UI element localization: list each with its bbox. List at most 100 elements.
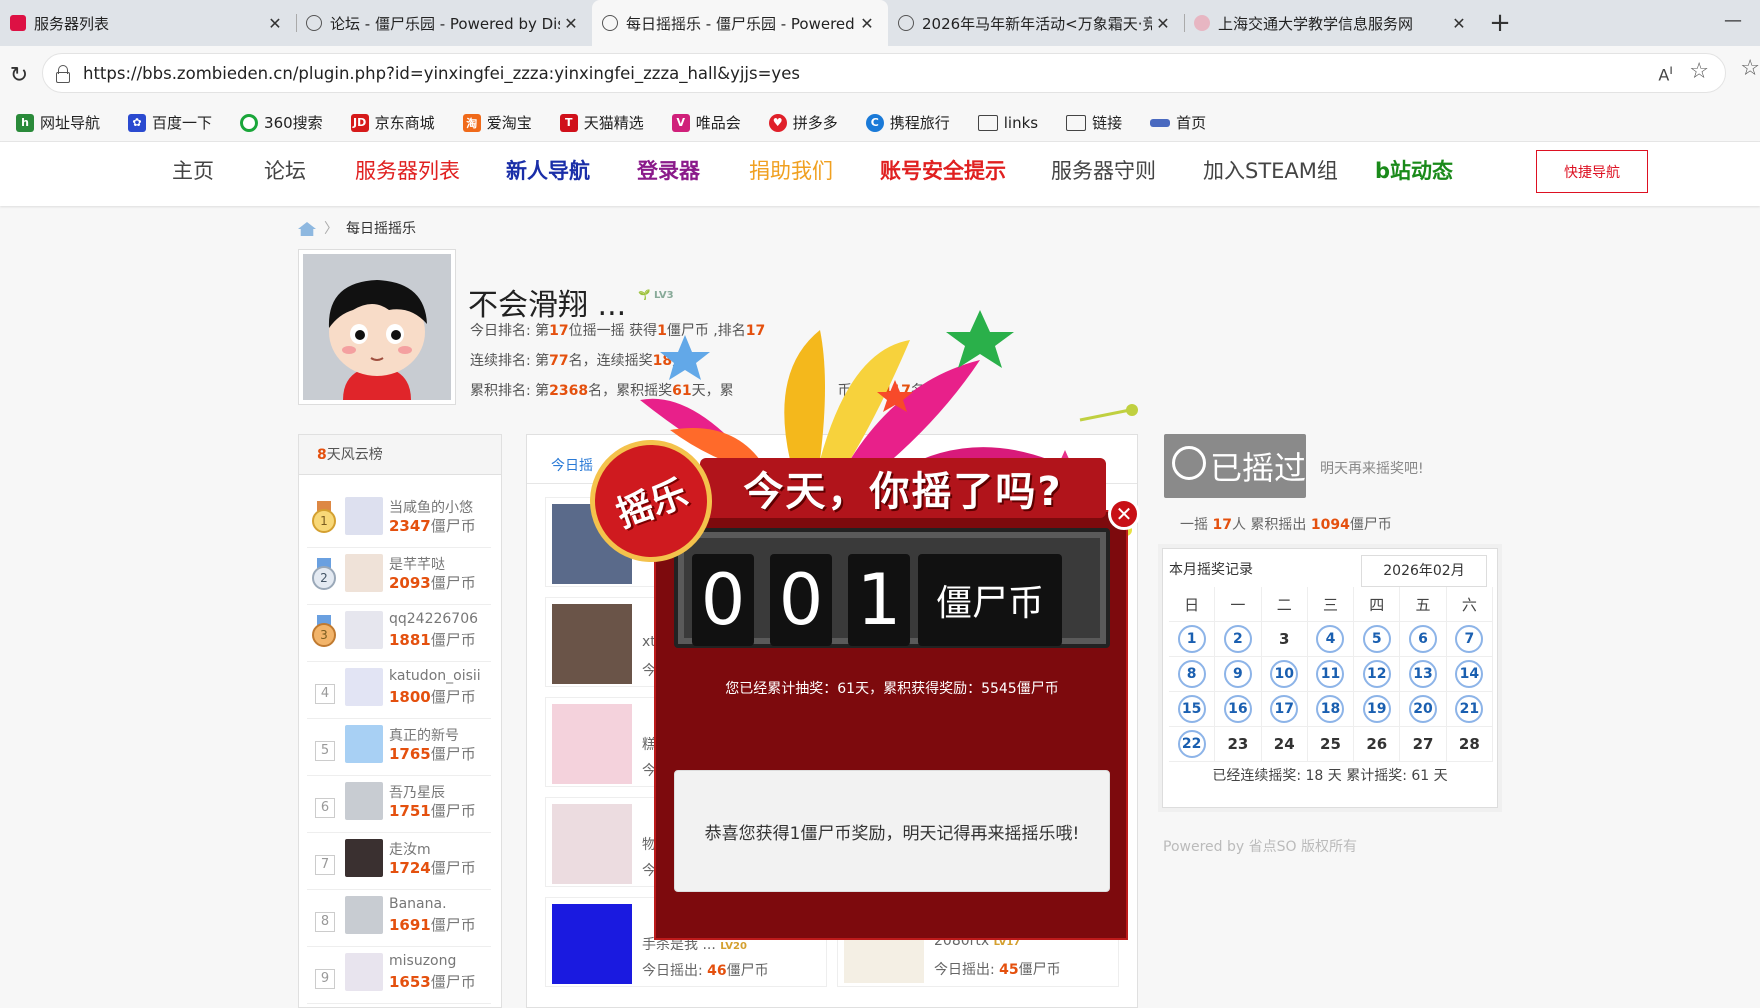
folder-icon (1066, 114, 1087, 131)
tab-title: 每日摇摇乐 - 僵尸乐园 - Powered (626, 14, 855, 33)
collections-icon[interactable]: ☆ (1740, 56, 1760, 81)
calendar-day: 24 (1262, 727, 1308, 761)
coin-counter: 0 0 1 僵尸币 (674, 528, 1110, 648)
leaderboard-row[interactable]: 7 走汝m 1724僵尸币 (307, 833, 491, 890)
calendar-title: 本月摇奖记录 (1169, 562, 1253, 578)
bookmark-label: 京东商城 (374, 114, 435, 132)
nav-item[interactable]: 主页 (172, 155, 214, 185)
avatar (345, 497, 383, 535)
calendar-day: 4 (1308, 622, 1355, 656)
player-name[interactable]: 走汝m (389, 839, 431, 859)
leaderboard-row[interactable]: 5 真正的新号 1765僵尸币 (307, 719, 491, 776)
calendar-day: 20 (1400, 692, 1447, 726)
leaderboard-row[interactable]: 8 Banana. 1691僵尸币 (307, 890, 491, 947)
leaderboard-row[interactable]: 3 qq24226706 1881僵尸币 (307, 605, 491, 662)
bookmark-item[interactable]: JD 京东商城 (350, 112, 435, 133)
shaken-day-marker: 1 (1177, 625, 1206, 653)
minimize-icon[interactable]: — (1724, 10, 1742, 31)
player-coins: 1724僵尸币 (389, 859, 476, 877)
avatar (552, 904, 632, 984)
weekday-header: 一 (1215, 587, 1262, 621)
browser-tab[interactable]: 2026年马年新年活动<万象霜天·竞 ✕ (888, 0, 1184, 46)
player-name[interactable]: misuzong (389, 953, 456, 969)
nav-item[interactable]: 服务器列表 (355, 155, 460, 185)
nav-item[interactable]: 新人导航 (506, 155, 590, 185)
quick-nav-button[interactable]: 快捷导航 (1536, 150, 1648, 193)
browser-tab[interactable]: 服务器列表 ✕ (0, 0, 296, 46)
read-aloud-icon[interactable]: Aı (1658, 63, 1673, 84)
home-icon[interactable] (298, 222, 316, 236)
bookmark-item[interactable]: 淘爱淘宝 (462, 112, 532, 133)
nav-item[interactable]: 账号安全提示 (880, 155, 1006, 185)
tomorrow-hint: 明天再来摇奖吧! (1320, 461, 1424, 477)
player-name[interactable]: 是芊芊哒 (389, 554, 445, 574)
address-bar-row: ↻ https://bbs.zombieden.cn/plugin.php?id… (0, 46, 1760, 104)
nav-item[interactable]: 加入STEAM组 (1203, 155, 1338, 185)
nav-item[interactable]: 服务器守则 (1051, 155, 1156, 185)
bookmark-folder[interactable]: links (977, 113, 1039, 132)
shaken-day-marker: 7 (1455, 625, 1484, 653)
site-favicon-icon (1194, 15, 1210, 31)
browser-tab[interactable]: 论坛 - 僵尸乐园 - Powered by Disc ✕ (296, 0, 592, 46)
url-field[interactable]: https://bbs.zombieden.cn/plugin.php?id=y… (42, 53, 1726, 93)
already-shaken-button[interactable]: 已摇过 (1164, 434, 1306, 498)
player-name[interactable]: 当咸鱼的小悠 (389, 497, 473, 517)
bookmark-item[interactable]: C 携程旅行 (865, 112, 950, 133)
shake-calendar: 本月摇奖记录 2026年02月 日一二三四五六 1 2 3 4 5 6 7 8 9 10 11 12 13… (1162, 548, 1498, 808)
bookmark-item[interactable]: 360搜索 (240, 112, 323, 133)
player-name[interactable]: 吾乃星辰 (389, 782, 445, 802)
counter-unit: 僵尸币 (918, 554, 1062, 646)
bookmark-label: 链接 (1092, 114, 1123, 132)
shaken-day-marker: 2 (1223, 625, 1252, 653)
jd-icon: JD (350, 113, 369, 132)
favorite-star-icon[interactable]: ☆ (1689, 59, 1709, 84)
bookmark-folder[interactable]: 链接 (1066, 112, 1122, 133)
footer-powered: Powered by 省点SO 版权所有 (1163, 839, 1357, 855)
bookmark-label: 拼多多 (792, 114, 838, 132)
rank-number: 5 (315, 741, 335, 761)
close-tab-icon[interactable]: ✕ (560, 14, 582, 33)
player-name[interactable]: Banana. (389, 896, 447, 912)
leaderboard-row[interactable]: 6 吾乃星辰 1751僵尸币 (307, 776, 491, 833)
new-tab-button[interactable]: + (1480, 0, 1520, 46)
calendar-day: 19 (1354, 692, 1401, 726)
shaken-day-marker: 9 (1223, 660, 1252, 688)
shaken-day-marker: 4 (1316, 625, 1345, 653)
bookmark-item[interactable]: V 唯品会 (671, 112, 741, 133)
leaderboard-row[interactable]: 2 是芊芊哒 2093僵尸币 (307, 548, 491, 605)
bookmark-item[interactable]: h 网址导航 (16, 112, 100, 133)
shaken-day-marker: 6 (1409, 625, 1438, 653)
leaderboard-row[interactable]: 9 misuzong 1653僵尸币 (307, 947, 491, 1004)
nav-item[interactable]: 捐助我们 (749, 155, 833, 185)
bookmark-item[interactable]: 首页 (1150, 112, 1206, 133)
calendar-day: 6 (1400, 622, 1447, 656)
close-tab-icon[interactable]: ✕ (1448, 14, 1470, 33)
browser-tab[interactable]: 上海交通大学教学信息服务网 ✕ (1184, 0, 1480, 46)
player-name[interactable]: 真正的新号 (389, 725, 459, 745)
calendar-day: 17 (1262, 692, 1308, 726)
close-tab-icon[interactable]: ✕ (856, 14, 878, 33)
card-coins: 今日摇出: 46僵尸币 (642, 963, 769, 979)
bookmark-item[interactable]: ✿ 百度一下 (128, 112, 212, 133)
reload-icon[interactable]: ↻ (2, 63, 36, 88)
close-icon[interactable]: ✕ (1108, 498, 1140, 530)
leaderboard-row[interactable]: 1 当咸鱼的小悠 2347僵尸币 (307, 491, 491, 548)
card-coins: 今日摇出: 45僵尸币 (934, 962, 1061, 978)
avatar (345, 839, 383, 877)
nav-item[interactable]: 登录器 (637, 155, 700, 185)
level-badge-icon: LV20 (720, 941, 747, 952)
bookmark-item[interactable]: T 天猫精选 (559, 112, 644, 133)
bookmark-label: links (1003, 113, 1039, 132)
leaderboard-row[interactable]: 4 katudon_oisii 1800僵尸币 (307, 662, 491, 719)
close-tab-icon[interactable]: ✕ (1152, 14, 1174, 33)
bookmark-label: 百度一下 (152, 114, 213, 132)
rank-number: 7 (315, 855, 335, 875)
nav-item[interactable]: 论坛 (264, 155, 306, 185)
nav-item[interactable]: b站动态 (1375, 155, 1453, 185)
browser-tab-active[interactable]: 每日摇摇乐 - 僵尸乐园 - Powered ✕ (592, 0, 888, 46)
close-tab-icon[interactable]: ✕ (264, 14, 286, 33)
calendar-day: 23 (1215, 727, 1262, 761)
player-name[interactable]: katudon_oisii (389, 668, 481, 684)
bookmark-item[interactable]: ♥ 拼多多 (768, 112, 838, 133)
player-name[interactable]: qq24226706 (389, 611, 478, 627)
